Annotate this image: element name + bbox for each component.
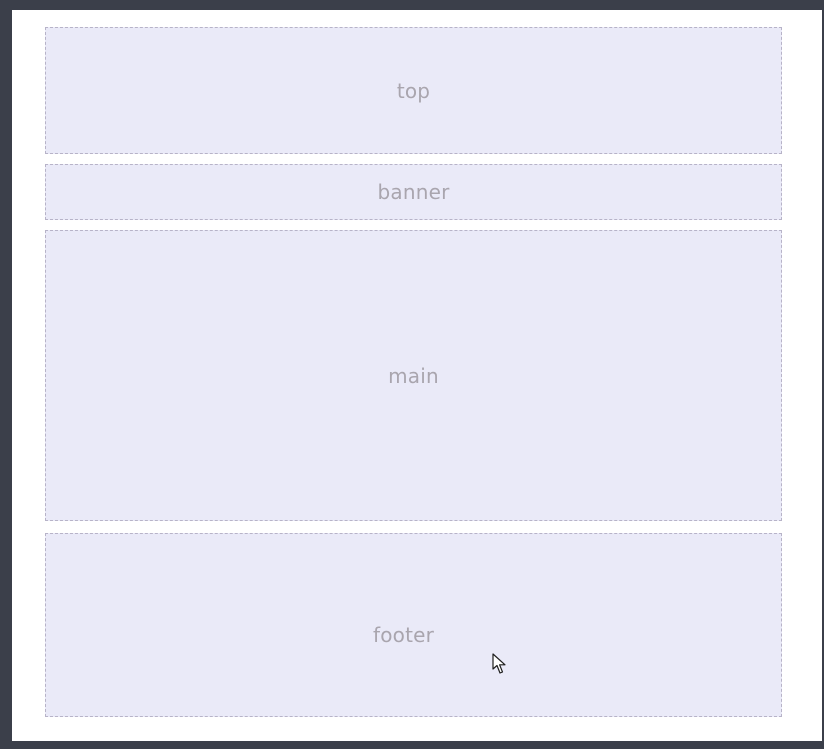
footer-section: footer [45, 533, 782, 717]
layout-canvas: top banner main footer [12, 10, 822, 741]
footer-label: footer [372, 623, 435, 647]
main-section: main [45, 230, 782, 521]
mouse-pointer-icon [492, 653, 506, 674]
banner-section: banner [45, 164, 782, 220]
top-section: top [45, 27, 782, 154]
top-label: top [396, 78, 431, 103]
main-label: main [388, 363, 439, 388]
banner-label: banner [377, 180, 450, 204]
